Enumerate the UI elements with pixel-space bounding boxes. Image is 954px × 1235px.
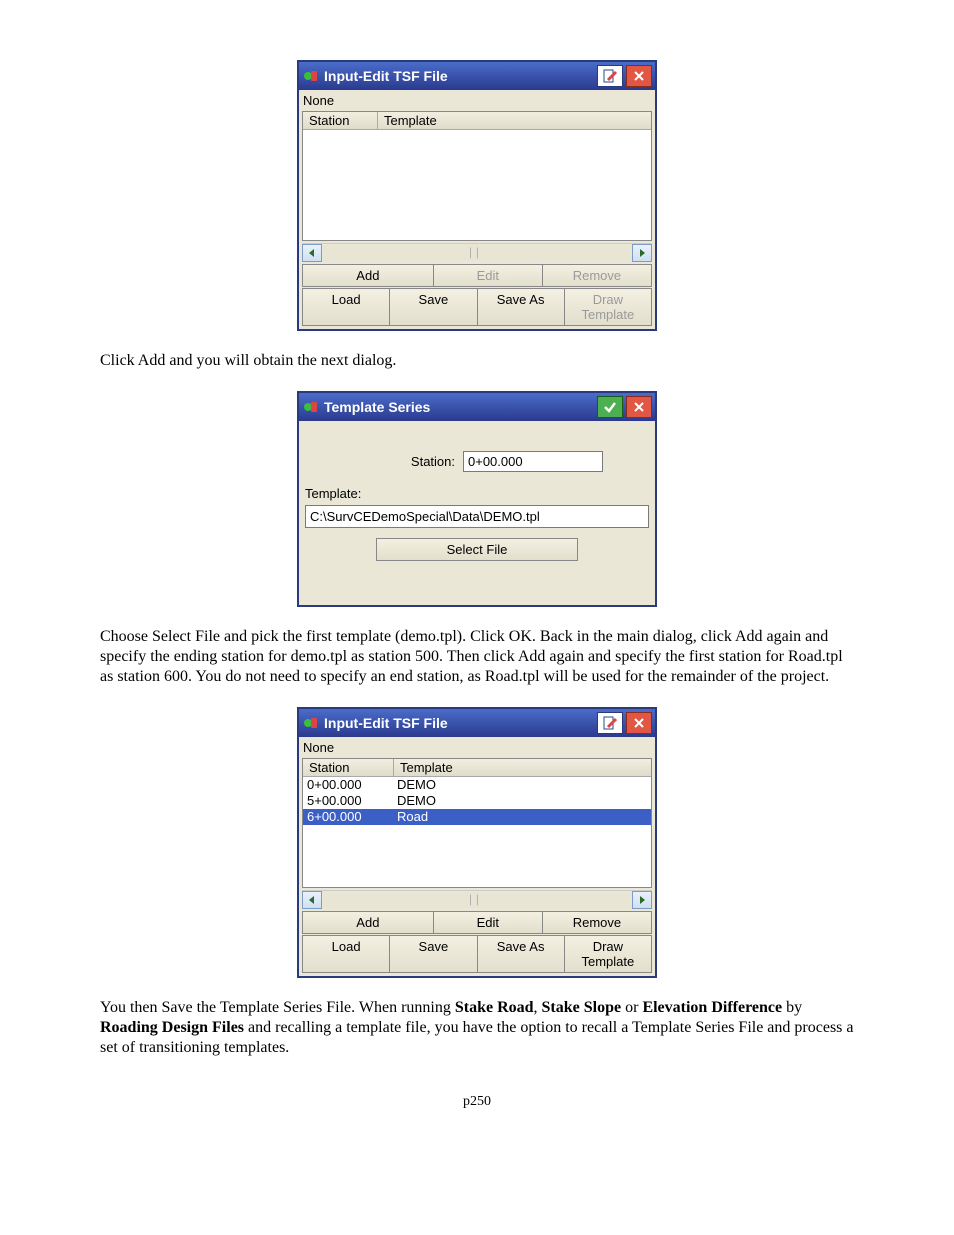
paragraph-1: Click Add and you will obtain the next d… bbox=[100, 351, 854, 371]
edit-button[interactable]: Edit bbox=[434, 911, 543, 934]
titlebar: Template Series bbox=[299, 393, 655, 421]
text: , bbox=[534, 999, 542, 1016]
grid-header: Station Template bbox=[303, 759, 651, 777]
save-button[interactable]: Save bbox=[390, 288, 477, 326]
paragraph-2: Choose Select File and pick the first te… bbox=[100, 627, 854, 687]
bold: Stake Slope bbox=[542, 999, 622, 1016]
add-button[interactable]: Add bbox=[302, 911, 434, 934]
cell-template: DEMO bbox=[397, 777, 651, 793]
scroll-left-icon[interactable] bbox=[302, 891, 322, 909]
grid: Station Template 0+00.000DEMO5+00.000DEM… bbox=[302, 758, 652, 888]
template-label: Template: bbox=[305, 486, 649, 501]
cell-station: 6+00.000 bbox=[303, 809, 397, 825]
button-row-2: Load Save Save As Draw Template bbox=[302, 935, 652, 973]
template-path-field[interactable]: C:\SurvCEDemoSpecial\Data\DEMO.tpl bbox=[305, 505, 649, 528]
select-file-button[interactable]: Select File bbox=[376, 538, 578, 561]
grid-body[interactable] bbox=[303, 130, 651, 240]
bold: Roading Design Files bbox=[100, 1019, 244, 1036]
col-station[interactable]: Station bbox=[303, 112, 378, 129]
save-button[interactable]: Save bbox=[390, 935, 477, 973]
hscrollbar[interactable]: ▏▏ bbox=[302, 890, 652, 909]
load-button[interactable]: Load bbox=[302, 288, 390, 326]
grid-body[interactable]: 0+00.000DEMO5+00.000DEMO6+00.000Road bbox=[303, 777, 651, 887]
button-row-1: Add Edit Remove bbox=[302, 264, 652, 287]
scroll-track[interactable]: ▏▏ bbox=[323, 245, 631, 261]
add-button[interactable]: Add bbox=[302, 264, 434, 287]
cell-template: DEMO bbox=[397, 793, 651, 809]
grid: Station Template bbox=[302, 111, 652, 241]
bold: Elevation Difference bbox=[642, 999, 782, 1016]
cell-station: 5+00.000 bbox=[303, 793, 397, 809]
cell-station: 0+00.000 bbox=[303, 777, 397, 793]
filename-label: None bbox=[301, 739, 653, 756]
titlebar: Input-Edit TSF File bbox=[299, 709, 655, 737]
app-icon bbox=[302, 68, 320, 84]
close-button[interactable] bbox=[626, 65, 652, 87]
saveas-button[interactable]: Save As bbox=[478, 935, 565, 973]
saveas-button[interactable]: Save As bbox=[478, 288, 565, 326]
cell-template: Road bbox=[397, 809, 651, 825]
table-row[interactable]: 5+00.000DEMO bbox=[303, 793, 651, 809]
hscrollbar[interactable]: ▏▏ bbox=[302, 243, 652, 262]
edit-button[interactable]: Edit bbox=[434, 264, 543, 287]
text: or bbox=[621, 999, 642, 1016]
col-station[interactable]: Station bbox=[303, 759, 394, 776]
draw-template-button[interactable]: Draw Template bbox=[565, 288, 652, 326]
grid-header: Station Template bbox=[303, 112, 651, 130]
col-template[interactable]: Template bbox=[394, 759, 651, 776]
table-row[interactable]: 6+00.000Road bbox=[303, 809, 651, 825]
remove-button[interactable]: Remove bbox=[543, 911, 652, 934]
edit-icon-button[interactable] bbox=[597, 65, 623, 87]
app-icon bbox=[302, 715, 320, 731]
filename-label: None bbox=[301, 92, 653, 109]
col-template[interactable]: Template bbox=[378, 112, 651, 129]
scroll-track[interactable]: ▏▏ bbox=[323, 892, 631, 908]
window-title: Input-Edit TSF File bbox=[324, 68, 594, 84]
load-button[interactable]: Load bbox=[302, 935, 390, 973]
bold: Stake Road bbox=[455, 999, 534, 1016]
close-button[interactable] bbox=[626, 396, 652, 418]
ok-button[interactable] bbox=[597, 396, 623, 418]
window-title: Input-Edit TSF File bbox=[324, 715, 594, 731]
station-label: Station: bbox=[305, 454, 463, 469]
draw-template-button[interactable]: Draw Template bbox=[565, 935, 652, 973]
scroll-left-icon[interactable] bbox=[302, 244, 322, 262]
input-edit-tsf-dialog-1: Input-Edit TSF File None Station Templat… bbox=[297, 60, 657, 331]
page-number: p250 bbox=[100, 1094, 854, 1110]
scroll-right-icon[interactable] bbox=[632, 244, 652, 262]
window-title: Template Series bbox=[324, 399, 594, 415]
scroll-right-icon[interactable] bbox=[632, 891, 652, 909]
table-row[interactable]: 0+00.000DEMO bbox=[303, 777, 651, 793]
close-button[interactable] bbox=[626, 712, 652, 734]
titlebar: Input-Edit TSF File bbox=[299, 62, 655, 90]
app-icon bbox=[302, 399, 320, 415]
paragraph-3: You then Save the Template Series File. … bbox=[100, 998, 854, 1058]
text: by bbox=[782, 999, 802, 1016]
input-edit-tsf-dialog-2: Input-Edit TSF File None Station Templat… bbox=[297, 707, 657, 978]
button-row-2: Load Save Save As Draw Template bbox=[302, 288, 652, 326]
text: You then Save the Template Series File. … bbox=[100, 999, 455, 1016]
button-row-1: Add Edit Remove bbox=[302, 911, 652, 934]
station-input[interactable] bbox=[463, 451, 603, 472]
remove-button[interactable]: Remove bbox=[543, 264, 652, 287]
template-series-dialog: Template Series Station: Template: C:\Su… bbox=[297, 391, 657, 607]
edit-icon-button[interactable] bbox=[597, 712, 623, 734]
